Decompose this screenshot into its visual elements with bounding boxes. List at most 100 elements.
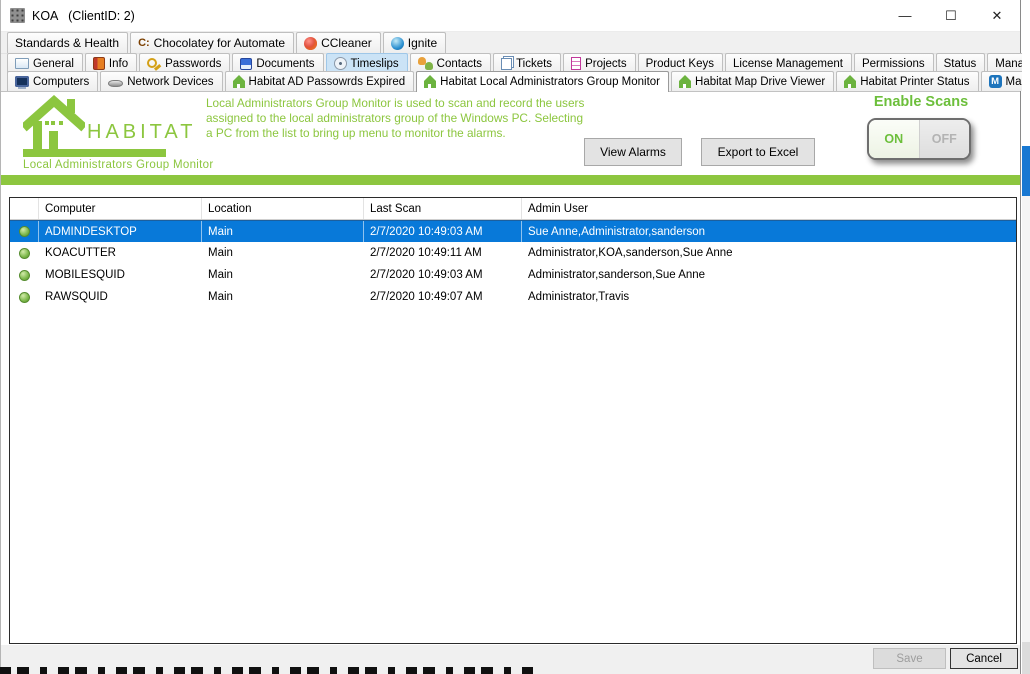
column-header-computer[interactable]: Computer — [39, 198, 202, 219]
tab-label: Contacts — [437, 58, 482, 70]
tab-label: Status — [944, 58, 977, 70]
logo-subtitle: Local Administrators Group Monitor — [23, 159, 213, 171]
tab-label: Timeslips — [351, 58, 399, 70]
cell-status — [10, 286, 39, 308]
documents-icon — [240, 58, 252, 70]
tab-info[interactable]: Info — [85, 53, 137, 73]
window-title: KOA (ClientID: 2) — [32, 9, 135, 23]
table-row[interactable]: ADMINDESKTOPMain2/7/2020 10:49:03 AMSue … — [10, 220, 1016, 242]
toggle-on-option[interactable]: ON — [869, 120, 919, 158]
computers-icon — [15, 76, 29, 87]
tickets-icon — [501, 58, 512, 70]
module-description: Local Administrators Group Monitor is us… — [206, 96, 586, 141]
cancel-button[interactable]: Cancel — [950, 648, 1018, 669]
enable-scans-toggle[interactable]: ON OFF — [867, 118, 971, 160]
tab-ccleaner[interactable]: CCleaner — [296, 32, 381, 53]
tab-license-management[interactable]: License Management — [725, 53, 852, 73]
clipped-background-text — [0, 667, 536, 674]
save-button[interactable]: Save — [873, 648, 946, 669]
habitat-logo-house-icon — [23, 95, 85, 151]
contacts-icon — [418, 57, 433, 70]
tab-habitat-printer-status[interactable]: Habitat Printer Status — [836, 71, 978, 91]
tab-label: General — [33, 58, 74, 70]
minimize-button[interactable]: — — [882, 0, 928, 31]
network-icon — [108, 80, 123, 87]
tab-standards-health[interactable]: Standards & Health — [7, 32, 128, 53]
cell-admin-user: Administrator,Travis — [522, 286, 1016, 308]
tab-permissions[interactable]: Permissions — [854, 53, 934, 73]
cell-status — [10, 264, 39, 286]
app-icon — [10, 8, 25, 23]
cell-last-scan: 2/7/2020 10:49:03 AM — [364, 221, 522, 242]
app-window: KOA (ClientID: 2) — ☐ ✕ Standards & Heal… — [0, 0, 1021, 674]
tab-row-apps: Standards & Health C: Chocolatey for Autom… — [1, 32, 1020, 54]
column-header-status[interactable] — [10, 198, 39, 219]
tab-chocolatey-for-automate[interactable]: C: Chocolatey for Automate — [130, 32, 294, 53]
cell-last-scan: 2/7/2020 10:49:07 AM — [364, 286, 522, 308]
cell-admin-user: Administrator,KOA,sanderson,Sue Anne — [522, 242, 1016, 264]
tab-ignite[interactable]: Ignite — [383, 32, 446, 53]
cell-computer: KOACUTTER — [39, 242, 202, 264]
tab-contacts[interactable]: Contacts — [410, 53, 491, 73]
tab-label: Permissions — [862, 58, 925, 70]
tab-label: Habitat Printer Status — [860, 76, 969, 88]
column-header-location[interactable]: Location — [202, 198, 364, 219]
ignite-icon — [391, 37, 404, 50]
maximize-button[interactable]: ☐ — [928, 0, 974, 31]
tab-tickets[interactable]: Tickets — [493, 53, 561, 73]
tab-documents[interactable]: Documents — [232, 53, 323, 73]
habitat-logo-title: HABITAT — [87, 121, 196, 144]
tab-network-devices[interactable]: Network Devices — [100, 71, 222, 91]
tab-status[interactable]: Status — [936, 53, 986, 73]
chocolatey-icon: C: — [138, 37, 150, 50]
tab-passwords[interactable]: Passwords — [139, 53, 230, 73]
tab-label: Passwords — [165, 58, 221, 70]
habitat-icon — [424, 81, 436, 88]
tab-label: Info — [109, 58, 128, 70]
column-header-last-scan[interactable]: Last Scan — [364, 198, 522, 219]
tab-habitat-map-drive-viewer[interactable]: Habitat Map Drive Viewer — [671, 71, 834, 91]
cell-location: Main — [202, 242, 364, 264]
tab-general[interactable]: General — [7, 53, 83, 73]
tab-label: Habitat AD Passowrds Expired — [249, 76, 406, 88]
background-window-sliver — [1022, 0, 1030, 674]
tab-projects[interactable]: Projects — [563, 53, 636, 73]
cell-computer: MOBILESQUID — [39, 264, 202, 286]
status-dot-icon — [19, 226, 30, 237]
tab-habitat-local-administrators-group-monitor[interactable]: Habitat Local Administrators Group Monit… — [416, 71, 669, 92]
cell-status — [10, 221, 39, 242]
cell-computer: RAWSQUID — [39, 286, 202, 308]
tab-habitat-ad-passowrds-expired[interactable]: Habitat AD Passowrds Expired — [225, 71, 415, 91]
table-row[interactable]: KOACUTTERMain2/7/2020 10:49:11 AMAdminis… — [10, 242, 1016, 264]
habitat-icon — [233, 81, 245, 88]
table-row[interactable]: MOBILESQUIDMain2/7/2020 10:49:03 AMAdmin… — [10, 264, 1016, 286]
export-to-excel-button[interactable]: Export to Excel — [701, 138, 815, 166]
tab-label: Tickets — [516, 58, 552, 70]
cell-computer: ADMINDESKTOP — [39, 221, 202, 242]
table-row[interactable]: RAWSQUIDMain2/7/2020 10:49:07 AMAdminist… — [10, 286, 1016, 308]
timeslips-icon — [334, 57, 347, 70]
habitat-icon — [844, 81, 856, 88]
tab-label: Documents — [256, 58, 314, 70]
status-dot-icon — [19, 248, 30, 259]
column-header-admin-user[interactable]: Admin User — [522, 198, 1016, 219]
enable-scans-label: Enable Scans — [861, 94, 981, 110]
tab-computers[interactable]: Computers — [7, 71, 98, 91]
close-button[interactable]: ✕ — [974, 0, 1020, 31]
table-header-row: ComputerLocationLast ScanAdmin User — [10, 198, 1016, 220]
cell-location: Main — [202, 264, 364, 286]
tab-label: Habitat Map Drive Viewer — [695, 76, 825, 88]
toggle-off-option[interactable]: OFF — [919, 120, 970, 158]
tab-product-keys[interactable]: Product Keys — [638, 53, 723, 73]
habitat-icon — [679, 81, 691, 88]
window-controls: — ☐ ✕ — [882, 0, 1020, 31]
tab-label: Standards & Health — [15, 36, 119, 50]
tab-label: Chocolatey for Automate — [154, 36, 285, 50]
title-bar: KOA (ClientID: 2) — ☐ ✕ — [1, 0, 1020, 32]
status-dot-icon — [19, 270, 30, 281]
status-dot-icon — [19, 292, 30, 303]
tab-label: License Management — [733, 58, 843, 70]
tab-timeslips[interactable]: Timeslips — [326, 53, 408, 73]
view-alarms-button[interactable]: View Alarms — [584, 138, 682, 166]
monitor-panel: ComputerLocationLast ScanAdmin User ADMI… — [1, 185, 1020, 646]
